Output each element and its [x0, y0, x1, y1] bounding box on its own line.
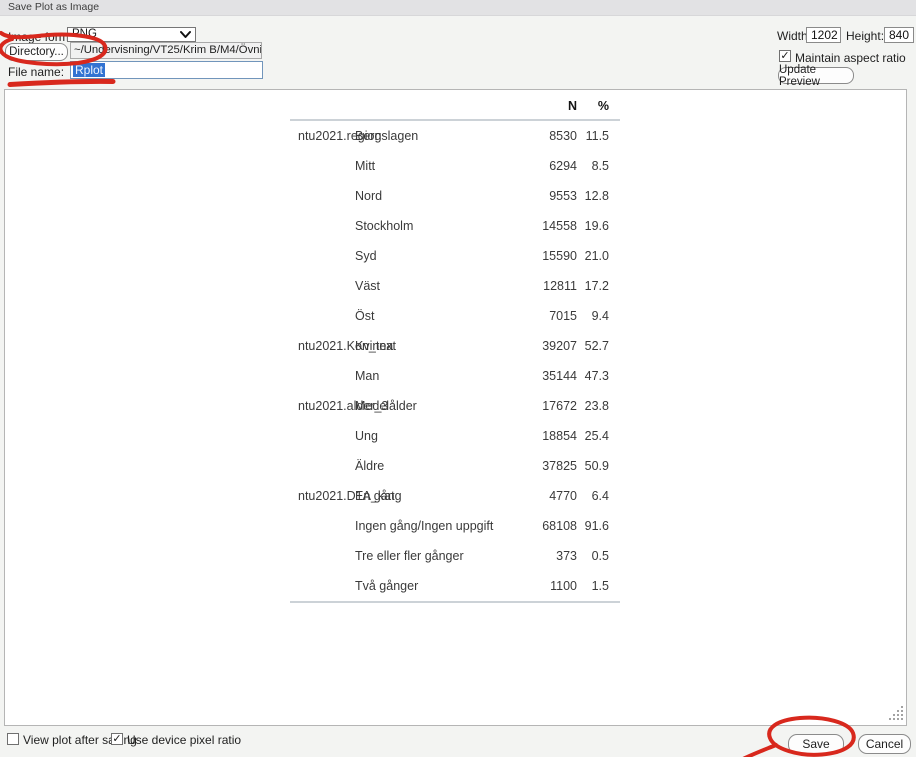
update-preview-button[interactable]: Update Preview: [778, 67, 854, 84]
annotation-underline-filename: [10, 81, 113, 84]
cell-n: 39207: [510, 339, 577, 353]
column-header-pct: %: [577, 99, 612, 113]
cell-n: 7015: [510, 309, 577, 323]
cell-level: Öst: [355, 309, 510, 323]
cell-n: 37825: [510, 459, 577, 473]
table-row: Nord 9553 12.8: [290, 181, 620, 211]
cell-pct: 50.9: [577, 459, 612, 473]
cell-level: Stockholm: [355, 219, 510, 233]
table-row: Man 35144 47.3: [290, 361, 620, 391]
image-format-value: PNG: [72, 28, 97, 40]
cell-level: Väst: [355, 279, 510, 293]
table-row: Tre eller fler gånger 373 0.5: [290, 541, 620, 571]
cell-n: 373: [510, 549, 577, 563]
cell-pct: 91.6: [577, 519, 612, 533]
resize-grip-icon[interactable]: [889, 706, 904, 721]
save-button[interactable]: Save: [788, 734, 844, 754]
cell-level: Man: [355, 369, 510, 383]
table-row: Stockholm 14558 19.6: [290, 211, 620, 241]
cell-n: 6294: [510, 159, 577, 173]
cell-pct: 6.4: [577, 489, 612, 503]
cell-pct: 52.7: [577, 339, 612, 353]
cell-n: 8530: [510, 129, 577, 143]
cell-n: 9553: [510, 189, 577, 203]
cell-level: Mitt: [355, 159, 510, 173]
cell-n: 68108: [510, 519, 577, 533]
cell-level: Syd: [355, 249, 510, 263]
cell-pct: 17.2: [577, 279, 612, 293]
cell-group: ntu2021.D1A_kat: [290, 489, 355, 503]
image-format-select[interactable]: PNG: [67, 27, 196, 42]
cell-level: En gång: [355, 489, 510, 503]
table-row: Syd 15590 21.0: [290, 241, 620, 271]
cell-pct: 12.8: [577, 189, 612, 203]
save-button-label: Save: [802, 737, 829, 751]
table-row: Öst 7015 9.4: [290, 301, 620, 331]
table-row: Mitt 6294 8.5: [290, 151, 620, 181]
cell-n: 14558: [510, 219, 577, 233]
table-row: ntu2021.Kon_text Kvinna 39207 52.7: [290, 331, 620, 361]
file-name-selected-text: Rplot: [73, 63, 105, 77]
dialog-title: Save Plot as Image: [0, 0, 916, 16]
cell-n: 17672: [510, 399, 577, 413]
cell-group: ntu2021.alder_3: [290, 399, 355, 413]
column-header-n: N: [510, 99, 577, 113]
cell-pct: 9.4: [577, 309, 612, 323]
table-row: Äldre 37825 50.9: [290, 451, 620, 481]
cell-n: 1100: [510, 579, 577, 593]
cell-n: 15590: [510, 249, 577, 263]
cell-pct: 21.0: [577, 249, 612, 263]
view-plot-after-saving-checkbox[interactable]: [7, 733, 19, 745]
use-device-pixel-ratio-label: Use device pixel ratio: [127, 733, 241, 747]
table-row: ntu2021.alder_3 Medelålder 17672 23.8: [290, 391, 620, 421]
cell-level: Två gånger: [355, 579, 510, 593]
cell-pct: 11.5: [577, 129, 612, 143]
use-device-pixel-ratio-checkbox[interactable]: ✓: [111, 733, 123, 745]
directory-path-field[interactable]: ~/Undervisning/VT25/Krim B/M4/Övninga: [70, 42, 262, 59]
cancel-button-label: Cancel: [866, 737, 903, 751]
cell-level: Nord: [355, 189, 510, 203]
cell-n: 35144: [510, 369, 577, 383]
table-row: Väst 12811 17.2: [290, 271, 620, 301]
cell-n: 12811: [510, 279, 577, 293]
cell-pct: 25.4: [577, 429, 612, 443]
summary-table-rows: ntu2021.region Bergslagen 8530 11.5 Mitt…: [290, 121, 620, 603]
cell-level: Ingen gång/Ingen uppgift: [355, 519, 510, 533]
cell-group: ntu2021.region: [290, 129, 355, 143]
cell-level: Medelålder: [355, 399, 510, 413]
file-name-label: File name:: [8, 65, 64, 79]
summary-table-header: N %: [290, 92, 620, 121]
height-input[interactable]: 840: [884, 27, 914, 43]
file-name-input[interactable]: Rplot: [70, 61, 263, 79]
cell-n: 18854: [510, 429, 577, 443]
cell-group: ntu2021.Kon_text: [290, 339, 355, 353]
width-input[interactable]: 1202: [806, 27, 841, 43]
cell-level: Kvinna: [355, 339, 510, 353]
table-row: Ung 18854 25.4: [290, 421, 620, 451]
summary-table: N % ntu2021.region Bergslagen 8530 11.5 …: [290, 92, 620, 603]
height-label: Height:: [846, 29, 884, 43]
cell-pct: 0.5: [577, 549, 612, 563]
cell-level: Ung: [355, 429, 510, 443]
table-row: ntu2021.region Bergslagen 8530 11.5: [290, 121, 620, 151]
cell-pct: 1.5: [577, 579, 612, 593]
cell-pct: 8.5: [577, 159, 612, 173]
table-row: Ingen gång/Ingen uppgift 68108 91.6: [290, 511, 620, 541]
cell-level: Bergslagen: [355, 129, 510, 143]
cell-pct: 19.6: [577, 219, 612, 233]
table-row: Två gånger 1100 1.5: [290, 571, 620, 601]
update-preview-label: Update Preview: [779, 64, 853, 88]
directory-button[interactable]: Directory...: [5, 43, 68, 61]
cell-level: Tre eller fler gånger: [355, 549, 510, 563]
cell-n: 4770: [510, 489, 577, 503]
cell-level: Äldre: [355, 459, 510, 473]
cell-pct: 47.3: [577, 369, 612, 383]
maintain-aspect-ratio-checkbox[interactable]: ✓: [779, 50, 791, 62]
directory-button-label: Directory...: [9, 46, 64, 58]
cell-pct: 23.8: [577, 399, 612, 413]
cancel-button[interactable]: Cancel: [858, 734, 911, 754]
table-row: ntu2021.D1A_kat En gång 4770 6.4: [290, 481, 620, 511]
save-plot-dialog: { "window": { "title": "Save Plot as Ima…: [0, 0, 916, 757]
